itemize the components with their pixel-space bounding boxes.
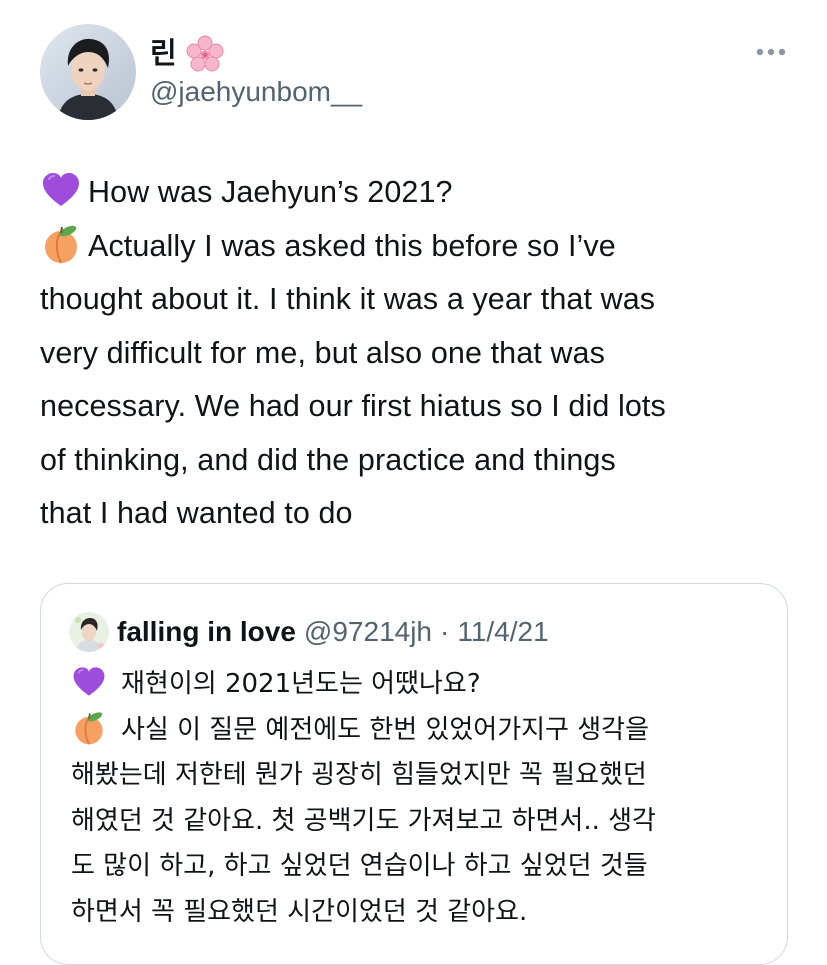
quoted-tweet-text: 재현이의 2021년도는 어땠나요? 사실 이 질문 예전에도 한번 있었어가지… bbox=[71, 662, 771, 935]
tweet-line: of thinking, and did the practice and th… bbox=[40, 442, 616, 477]
author-avatar[interactable] bbox=[40, 24, 136, 120]
tweet-line: very difficult for me, but also one that… bbox=[40, 335, 605, 370]
quote-line: 해봤는데 저한테 뭔가 굉장히 힘들었지만 꼭 필요했던 bbox=[71, 760, 647, 790]
quote-line: 하면서 꼭 필요했던 시간이었던 것 같아요. bbox=[71, 896, 528, 927]
quote-line-text: 재현이의 2021년도는 어땠나요? bbox=[121, 669, 481, 699]
quoted-tweet-date[interactable]: 11/4/21 bbox=[457, 616, 548, 648]
quoted-author-handle[interactable]: @97214jh bbox=[304, 616, 432, 648]
author-display-name[interactable]: 린 bbox=[150, 37, 177, 71]
tweet-line: that I had wanted to do bbox=[40, 496, 353, 530]
quoted-tweet-header: falling in love @97214jh · 11/4/21 bbox=[69, 612, 549, 652]
purple-heart-icon bbox=[40, 169, 82, 211]
author-handle[interactable]: @jaehyunbom__ bbox=[150, 75, 362, 109]
tweet-line: How was Jaehyun’s 2021? bbox=[40, 166, 800, 220]
ellipsis-icon bbox=[756, 48, 786, 56]
tweet-line-text: Actually I was asked this before so I’ve bbox=[88, 228, 616, 263]
peach-icon bbox=[40, 223, 82, 265]
tweet-line: thought about it. I think it was a year … bbox=[40, 282, 656, 316]
quoted-author-name[interactable]: falling in love bbox=[117, 616, 296, 648]
more-options-button[interactable] bbox=[752, 40, 792, 64]
quote-line: 사실 이 질문 예전에도 한번 있었어가지구 생각을 bbox=[71, 708, 771, 754]
quote-line: 재현이의 2021년도는 어땠나요? bbox=[71, 662, 771, 708]
quoted-tweet-card[interactable]: falling in love @97214jh · 11/4/21 재현이의 … bbox=[40, 583, 788, 965]
cherry-blossom-icon bbox=[185, 34, 225, 74]
quote-line-text: 사실 이 질문 예전에도 한번 있었어가지구 생각을 bbox=[121, 714, 649, 745]
tweet-line: Actually I was asked this before so I’ve bbox=[40, 220, 800, 274]
quoted-author-avatar[interactable] bbox=[69, 612, 109, 652]
quote-line: 해였던 것 같아요. 첫 공백기도 가져보고 하면서.. 생각 bbox=[71, 805, 656, 836]
quote-line: 도 많이 하고, 하고 싶었던 연습이나 하고 싶었던 것들 bbox=[71, 851, 648, 881]
separator-dot: · bbox=[440, 616, 450, 647]
tweet-text: How was Jaehyun’s 2021? Actually I was a… bbox=[40, 166, 800, 541]
tweet-line-text: How was Jaehyun’s 2021? bbox=[88, 175, 453, 209]
peach-icon bbox=[71, 710, 107, 746]
author-name-row[interactable]: 린 bbox=[150, 34, 225, 74]
purple-heart-icon bbox=[71, 664, 107, 700]
tweet-line: necessary. We had our first hiatus so I … bbox=[40, 389, 666, 423]
author-avatar-image bbox=[40, 24, 136, 120]
